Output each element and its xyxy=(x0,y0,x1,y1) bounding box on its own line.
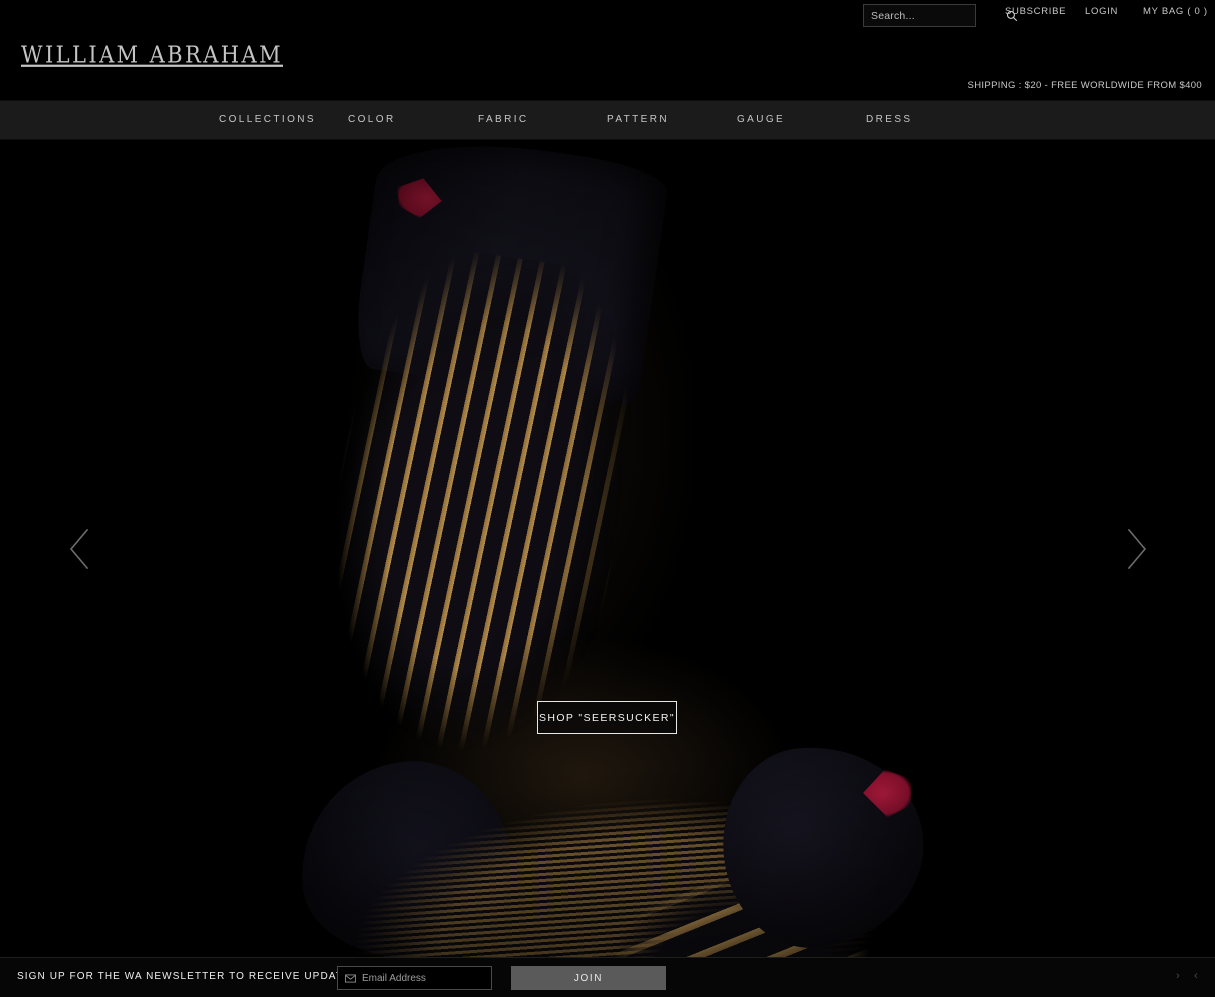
top-utility-bar: SUBSCRIBE LOGIN MY BAG ( 0 ) xyxy=(0,0,1215,30)
main-navigation: COLLECTIONS COLOR FABRIC PATTERN GAUGE D… xyxy=(0,100,1215,140)
chevron-right-icon xyxy=(1127,528,1147,569)
newsletter-email-field[interactable] xyxy=(337,966,494,990)
nav-item-fabric[interactable]: FABRIC xyxy=(478,114,529,125)
envelope-icon xyxy=(345,974,356,982)
social-link-1[interactable]: › xyxy=(1176,971,1180,982)
chevron-left-icon xyxy=(69,528,89,569)
search-input[interactable] xyxy=(871,5,1006,26)
newsletter-join-button[interactable]: JOIN xyxy=(511,966,666,990)
my-bag-link[interactable]: MY BAG ( 0 ) xyxy=(1143,6,1208,17)
nav-item-gauge[interactable]: GAUGE xyxy=(737,114,785,125)
carousel-prev-button[interactable] xyxy=(56,518,102,580)
newsletter-bar: SIGN UP FOR THE WA NEWSLETTER TO RECEIVE… xyxy=(0,957,1215,997)
subscribe-link[interactable]: SUBSCRIBE xyxy=(1005,6,1066,17)
shipping-notice: SHIPPING : $20 - FREE WORLDWIDE FROM $40… xyxy=(967,80,1202,91)
shipping-band: SHIPPING : $20 - FREE WORLDWIDE FROM $40… xyxy=(0,78,1215,100)
nav-item-dress[interactable]: DRESS xyxy=(866,114,912,125)
shop-collection-button[interactable]: SHOP "SEERSUCKER" xyxy=(537,701,677,734)
newsletter-headline: SIGN UP FOR THE WA NEWSLETTER TO RECEIVE… xyxy=(17,971,359,982)
nav-item-collections[interactable]: COLLECTIONS xyxy=(219,114,316,125)
social-link-2[interactable]: ‹ xyxy=(1194,971,1198,982)
search-box[interactable] xyxy=(863,4,1018,27)
newsletter-email-input[interactable] xyxy=(362,972,494,984)
nav-item-pattern[interactable]: PATTERN xyxy=(607,114,669,125)
site-logo[interactable]: WILLIAM ABRAHAM xyxy=(21,40,283,69)
login-link[interactable]: LOGIN xyxy=(1085,6,1118,17)
sock-upper-illustration xyxy=(245,140,673,792)
hero-product-image xyxy=(0,140,1215,957)
logo-band: WILLIAM ABRAHAM xyxy=(0,30,1215,78)
hero-carousel: SHOP "SEERSUCKER" xyxy=(0,140,1215,957)
carousel-next-button[interactable] xyxy=(1114,518,1160,580)
nav-item-color[interactable]: COLOR xyxy=(348,114,396,125)
